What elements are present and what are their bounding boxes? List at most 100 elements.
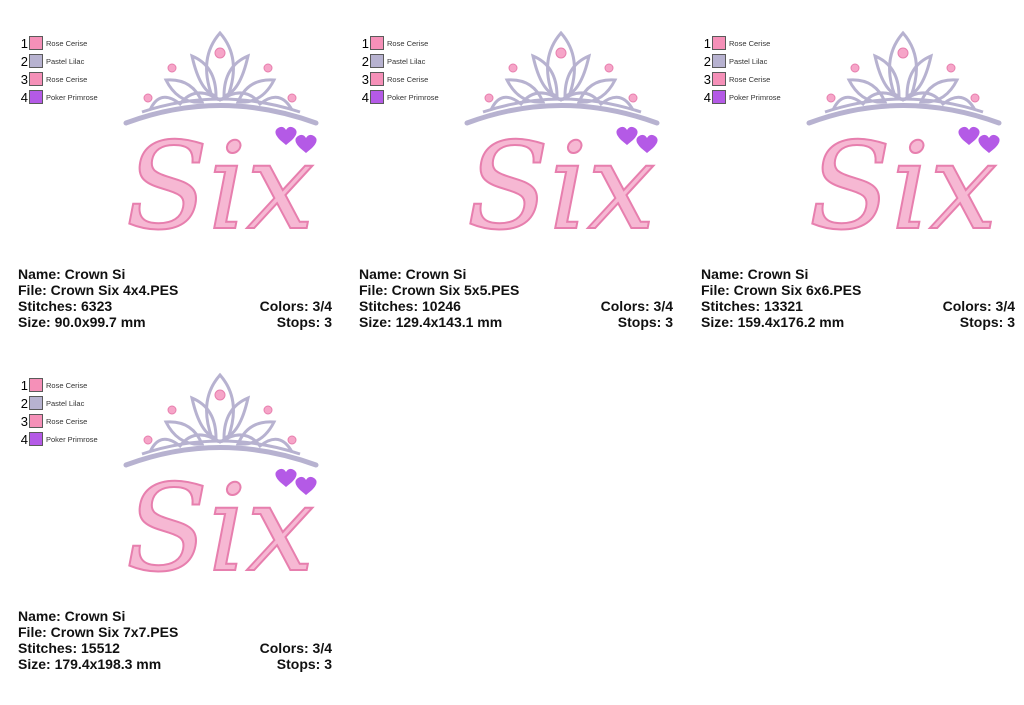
- design-word: Six: [126, 460, 314, 599]
- color-swatch-poker-primrose: [29, 90, 43, 104]
- embroidery-design-preview: Six: [120, 350, 332, 600]
- legend-row: 3 Rose Cerise: [361, 70, 439, 88]
- legend-number: 4: [20, 89, 28, 105]
- design-card-5x5: 1 Rose Cerise 2 Pastel Lilac 3 Rose Ceri…: [353, 8, 673, 338]
- legend-color-name: Poker Primrose: [46, 434, 98, 444]
- color-swatch-rose-cerise: [29, 72, 43, 86]
- color-swatch-poker-primrose: [370, 90, 384, 104]
- legend-color-name: Poker Primrose: [46, 92, 98, 102]
- stitch-count: Stitches: 13321: [701, 298, 803, 314]
- color-swatch-rose-cerise: [29, 414, 43, 428]
- legend-number: 3: [703, 71, 711, 87]
- color-swatch-rose-cerise: [370, 72, 384, 86]
- color-swatch-poker-primrose: [29, 432, 43, 446]
- legend-number: 2: [703, 53, 711, 69]
- color-swatch-rose-cerise: [712, 36, 726, 50]
- legend-number: 1: [20, 377, 28, 393]
- stop-count: Stops: 3: [276, 314, 332, 330]
- legend-number: 4: [361, 89, 369, 105]
- thread-legend: 1 Rose Cerise 2 Pastel Lilac 3 Rose Ceri…: [361, 34, 439, 106]
- color-swatch-poker-primrose: [712, 90, 726, 104]
- legend-number: 4: [20, 431, 28, 447]
- stitch-count: Stitches: 6323: [18, 298, 113, 314]
- thread-legend: 1 Rose Cerise 2 Pastel Lilac 3 Rose Ceri…: [20, 34, 98, 106]
- design-name: Name: Crown Si: [18, 266, 126, 282]
- stop-count: Stops: 3: [276, 656, 332, 672]
- design-name: Name: Crown Si: [701, 266, 809, 282]
- design-file: File: Crown Six 5x5.PES: [359, 282, 520, 298]
- embroidery-design-preview: Six: [803, 8, 1015, 258]
- legend-color-name: Rose Cerise: [46, 380, 88, 390]
- legend-color-name: Rose Cerise: [387, 38, 429, 48]
- legend-number: 3: [20, 71, 28, 87]
- legend-row: 3 Rose Cerise: [20, 70, 98, 88]
- legend-row: 4 Poker Primrose: [20, 88, 98, 106]
- stop-count: Stops: 3: [617, 314, 673, 330]
- stitch-count: Stitches: 10246: [359, 298, 461, 314]
- design-size: Size: 90.0x99.7 mm: [18, 314, 146, 330]
- design-card-7x7: 1 Rose Cerise 2 Pastel Lilac 3 Rose Ceri…: [12, 350, 332, 680]
- design-info: Name: Crown Si File: Crown Six 4x4.PES S…: [18, 266, 332, 330]
- legend-row: 3 Rose Cerise: [20, 412, 98, 430]
- thread-legend: 1 Rose Cerise 2 Pastel Lilac 3 Rose Ceri…: [20, 376, 98, 448]
- legend-number: 2: [361, 53, 369, 69]
- legend-color-name: Pastel Lilac: [729, 56, 768, 66]
- color-count: Colors: 3/4: [259, 640, 332, 656]
- design-info: Name: Crown Si File: Crown Six 6x6.PES S…: [701, 266, 1015, 330]
- legend-color-name: Pastel Lilac: [387, 56, 426, 66]
- legend-row: 1 Rose Cerise: [20, 34, 98, 52]
- design-info: Name: Crown Si File: Crown Six 7x7.PES S…: [18, 608, 332, 672]
- design-word: Six: [126, 118, 314, 257]
- legend-number: 1: [703, 35, 711, 51]
- legend-color-name: Rose Cerise: [46, 74, 88, 84]
- legend-color-name: Rose Cerise: [46, 38, 88, 48]
- color-swatch-pastel-lilac: [370, 54, 384, 68]
- design-name: Name: Crown Si: [18, 608, 126, 624]
- design-size: Size: 179.4x198.3 mm: [18, 656, 162, 672]
- color-count: Colors: 3/4: [942, 298, 1015, 314]
- color-swatch-rose-cerise: [29, 378, 43, 392]
- legend-row: 2 Pastel Lilac: [703, 52, 781, 70]
- legend-color-name: Poker Primrose: [729, 92, 781, 102]
- legend-row: 1 Rose Cerise: [20, 376, 98, 394]
- legend-row: 4 Poker Primrose: [20, 430, 98, 448]
- thread-legend: 1 Rose Cerise 2 Pastel Lilac 3 Rose Ceri…: [703, 34, 781, 106]
- color-count: Colors: 3/4: [600, 298, 673, 314]
- legend-color-name: Pastel Lilac: [46, 56, 85, 66]
- color-swatch-rose-cerise: [712, 72, 726, 86]
- legend-number: 1: [20, 35, 28, 51]
- legend-color-name: Rose Cerise: [729, 38, 771, 48]
- color-swatch-pastel-lilac: [29, 54, 43, 68]
- design-card-4x4: 1 Rose Cerise 2 Pastel Lilac 3 Rose Ceri…: [12, 8, 332, 338]
- legend-number: 3: [361, 71, 369, 87]
- legend-row: 2 Pastel Lilac: [20, 394, 98, 412]
- legend-row: 1 Rose Cerise: [703, 34, 781, 52]
- legend-number: 2: [20, 53, 28, 69]
- legend-row: 2 Pastel Lilac: [20, 52, 98, 70]
- design-name: Name: Crown Si: [359, 266, 467, 282]
- design-word: Six: [467, 118, 655, 257]
- stitch-count: Stitches: 15512: [18, 640, 120, 656]
- legend-color-name: Rose Cerise: [729, 74, 771, 84]
- design-file: File: Crown Six 4x4.PES: [18, 282, 179, 298]
- design-file: File: Crown Six 7x7.PES: [18, 624, 179, 640]
- design-file: File: Crown Six 6x6.PES: [701, 282, 862, 298]
- design-size: Size: 129.4x143.1 mm: [359, 314, 503, 330]
- stop-count: Stops: 3: [959, 314, 1015, 330]
- color-swatch-rose-cerise: [29, 36, 43, 50]
- legend-number: 3: [20, 413, 28, 429]
- color-count: Colors: 3/4: [259, 298, 332, 314]
- legend-color-name: Rose Cerise: [387, 74, 429, 84]
- legend-row: 1 Rose Cerise: [361, 34, 439, 52]
- legend-color-name: Pastel Lilac: [46, 398, 85, 408]
- design-size: Size: 159.4x176.2 mm: [701, 314, 845, 330]
- legend-row: 3 Rose Cerise: [703, 70, 781, 88]
- legend-color-name: Poker Primrose: [387, 92, 439, 102]
- embroidery-design-preview: Six: [461, 8, 673, 258]
- legend-row: 2 Pastel Lilac: [361, 52, 439, 70]
- legend-row: 4 Poker Primrose: [361, 88, 439, 106]
- design-info: Name: Crown Si File: Crown Six 5x5.PES S…: [359, 266, 673, 330]
- color-swatch-pastel-lilac: [712, 54, 726, 68]
- legend-row: 4 Poker Primrose: [703, 88, 781, 106]
- legend-number: 1: [361, 35, 369, 51]
